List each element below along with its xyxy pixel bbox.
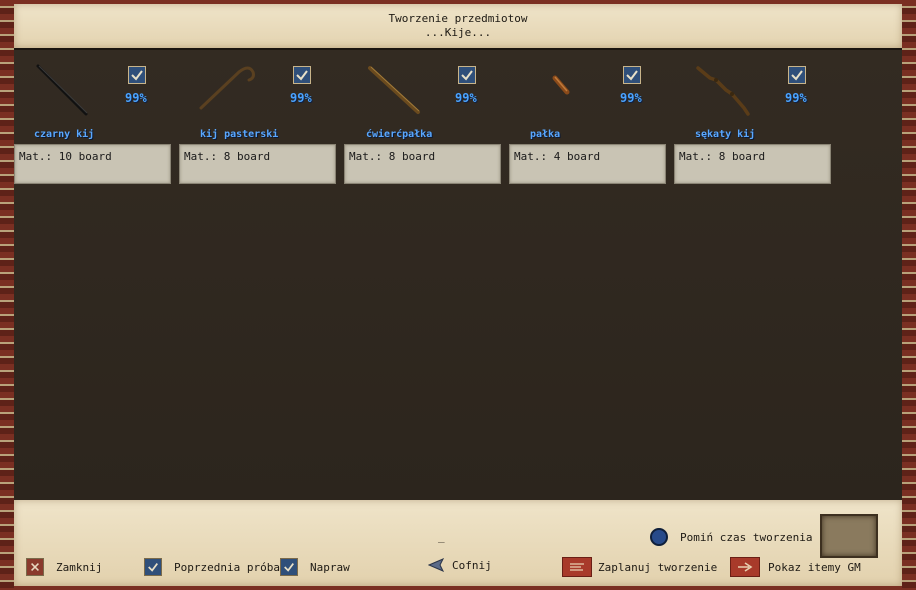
success-chance: 99%: [290, 91, 312, 105]
skip-time-label: Pomiń czas tworzenia: [680, 530, 813, 544]
schedule-crafting-button[interactable]: Zaplanuj tworzenie: [562, 557, 717, 577]
scroll-icon: [562, 557, 592, 577]
success-chance: 99%: [455, 91, 477, 105]
auto-select-checkbox[interactable]: [623, 66, 641, 84]
close-button[interactable]: Zamknij: [26, 558, 102, 576]
craft-item[interactable]: 99% czarny kij Mat.: 10 board: [14, 50, 174, 190]
category-title: ...Kije...: [424, 26, 492, 39]
checkmark-icon: [461, 70, 473, 81]
materials-box: Mat.: 10 board: [14, 144, 171, 184]
item-name-link[interactable]: sękaty kij: [695, 129, 755, 140]
header-panel: Tworzenie przedmiotow ...Kije...: [14, 4, 902, 48]
item-list-panel: 99% czarny kij Mat.: 10 board 99% kij pa…: [14, 48, 902, 504]
status-text: _: [438, 530, 445, 543]
materials-box: Mat.: 8 board: [674, 144, 831, 184]
frame-border-left: [0, 0, 14, 590]
club-icon: [552, 75, 570, 95]
window-frame: Tworzenie przedmiotow ...Kije... 99% cza…: [0, 0, 916, 590]
checkmark-icon: [280, 558, 298, 576]
close-icon: [26, 558, 44, 576]
item-name-link[interactable]: kij pasterski: [200, 129, 278, 140]
materials-box: Mat.: 8 board: [344, 144, 501, 184]
craft-item[interactable]: 99% sękaty kij Mat.: 8 board: [674, 50, 834, 190]
arrow-left-icon: [428, 558, 444, 572]
checkmark-icon: [131, 70, 143, 81]
footer-panel: _ Pomiń czas tworzenia Zamknij Poprzedni…: [14, 500, 902, 586]
show-gm-label: Pokaz itemy GM: [768, 560, 861, 574]
window-title: Tworzenie przedmiotow: [388, 12, 528, 25]
quarterstaff-icon: [368, 66, 420, 114]
materials-box: Mat.: 4 board: [509, 144, 666, 184]
materials-box: Mat.: 8 board: [179, 144, 336, 184]
frame-border-right: [902, 0, 916, 590]
item-name-link[interactable]: pałka: [530, 129, 560, 140]
craft-item[interactable]: 99% ćwierćpałka Mat.: 8 board: [344, 50, 504, 190]
checkmark-icon: [296, 70, 308, 81]
success-chance: 99%: [785, 91, 807, 105]
repair-label: Napraw: [310, 560, 350, 574]
radio-icon: [650, 528, 668, 546]
close-label: Zamknij: [56, 560, 103, 574]
item-name-link[interactable]: ćwierćpałka: [366, 129, 432, 140]
success-chance: 99%: [125, 91, 147, 105]
checkmark-icon: [626, 70, 638, 81]
auto-select-checkbox[interactable]: [788, 66, 806, 84]
auto-select-checkbox[interactable]: [458, 66, 476, 84]
previous-try-label: Poprzednia próba: [174, 560, 280, 574]
checkmark-icon: [791, 70, 803, 81]
repair-button[interactable]: Napraw: [280, 558, 350, 576]
back-button[interactable]: Cofnij: [428, 558, 492, 572]
auto-select-checkbox[interactable]: [293, 66, 311, 84]
checkmark-icon: [144, 558, 162, 576]
previous-try-button[interactable]: Poprzednia próba: [144, 558, 280, 576]
frame-border-bottom: [0, 586, 916, 590]
skip-time-toggle[interactable]: Pomiń czas tworzenia: [650, 528, 812, 546]
black-staff-icon: [36, 64, 88, 116]
success-chance: 99%: [620, 91, 642, 105]
back-label: Cofnij: [452, 558, 492, 572]
auto-select-checkbox[interactable]: [128, 66, 146, 84]
item-name-link[interactable]: czarny kij: [34, 129, 94, 140]
show-gm-items-button[interactable]: Pokaz itemy GM: [730, 557, 861, 577]
craft-item[interactable]: 99% pałka Mat.: 4 board: [509, 50, 669, 190]
item-preview: [820, 514, 878, 558]
shepherds-crook-icon: [199, 66, 255, 110]
craft-item[interactable]: 99% kij pasterski Mat.: 8 board: [179, 50, 339, 190]
schedule-label: Zaplanuj tworzenie: [598, 560, 718, 574]
arrow-right-icon: [730, 557, 760, 577]
gnarled-staff-icon: [696, 66, 750, 116]
